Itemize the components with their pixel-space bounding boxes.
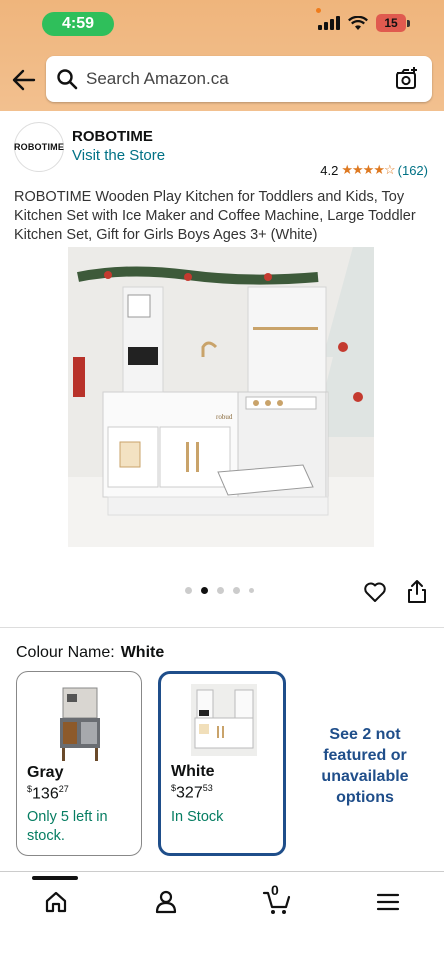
bottom-navigation: 0 (0, 880, 444, 960)
pagination-dot[interactable] (233, 587, 240, 594)
swatch-price: $13627 (27, 784, 69, 803)
selected-colour: White (120, 644, 165, 661)
colour-label: Colour Name: White (16, 644, 164, 662)
rating-value: 4.2 (320, 162, 339, 178)
kitchen-brand-label: robud (216, 413, 233, 421)
search-input[interactable]: Search Amazon.ca (46, 56, 432, 102)
share-icon[interactable] (405, 578, 429, 604)
cellular-signal-icon (318, 16, 340, 30)
status-time: 4:59 (42, 12, 114, 36)
home-icon[interactable] (42, 888, 70, 916)
status-icons: 15 (318, 14, 410, 32)
search-icon (57, 69, 78, 90)
colour-option-white[interactable]: White $32753 In Stock (158, 671, 286, 856)
search-placeholder: Search Amazon.ca (86, 69, 229, 88)
swatch-name: White (171, 763, 215, 780)
colour-label-text: Colour Name: (16, 644, 115, 661)
rating-summary[interactable]: 4.2 ★★★★☆ (162) (320, 162, 428, 178)
review-count[interactable]: (162) (398, 163, 428, 178)
battery-level: 15 (376, 14, 406, 32)
app-header: 4:59 15 Search Amazon.ca (0, 0, 444, 111)
see-more-options-link[interactable]: See 2 not featured or unavailable option… (310, 724, 420, 808)
swatch-stock-status: Only 5 left in stock. (27, 809, 108, 844)
brand-name: ROBOTIME (72, 128, 153, 145)
brand-logo-text: ROBOTIME (13, 142, 65, 152)
pagination-dot[interactable] (185, 587, 192, 594)
menu-icon[interactable] (374, 888, 402, 916)
colour-option-gray[interactable]: Gray $13627 Only 5 left in stock. (16, 671, 142, 856)
privacy-indicator (316, 8, 321, 13)
brand-logo[interactable]: ROBOTIME (14, 122, 64, 172)
product-image[interactable]: robud (68, 247, 374, 547)
white-kitchen-thumbnail (191, 684, 257, 756)
swatch-price: $32753 (171, 783, 213, 802)
wifi-icon (348, 15, 368, 30)
product-title: ROBOTIME Wooden Play Kitchen for Toddler… (14, 189, 416, 243)
account-icon[interactable] (152, 888, 180, 916)
section-divider (0, 627, 444, 628)
heart-icon[interactable] (363, 580, 387, 604)
image-pagination[interactable] (185, 587, 254, 594)
camera-search-icon[interactable] (394, 66, 420, 92)
swatch-stock-status: In Stock (171, 809, 224, 825)
visit-store-link[interactable]: Visit the Store (72, 147, 165, 164)
swatch-name: Gray (27, 764, 64, 781)
cart-count: 0 (271, 882, 279, 898)
back-arrow-icon[interactable] (10, 66, 38, 94)
pagination-dot[interactable] (217, 587, 224, 594)
nav-divider (0, 871, 444, 872)
cart-button[interactable]: 0 (262, 882, 291, 916)
play-kitchen-illustration: robud (68, 247, 374, 547)
star-rating-icon: ★★★★☆ (341, 162, 395, 177)
gray-kitchen-thumbnail (60, 687, 100, 761)
battery-icon: 15 (376, 14, 410, 32)
pagination-dot-active[interactable] (201, 587, 208, 594)
pagination-dot[interactable] (249, 588, 254, 593)
